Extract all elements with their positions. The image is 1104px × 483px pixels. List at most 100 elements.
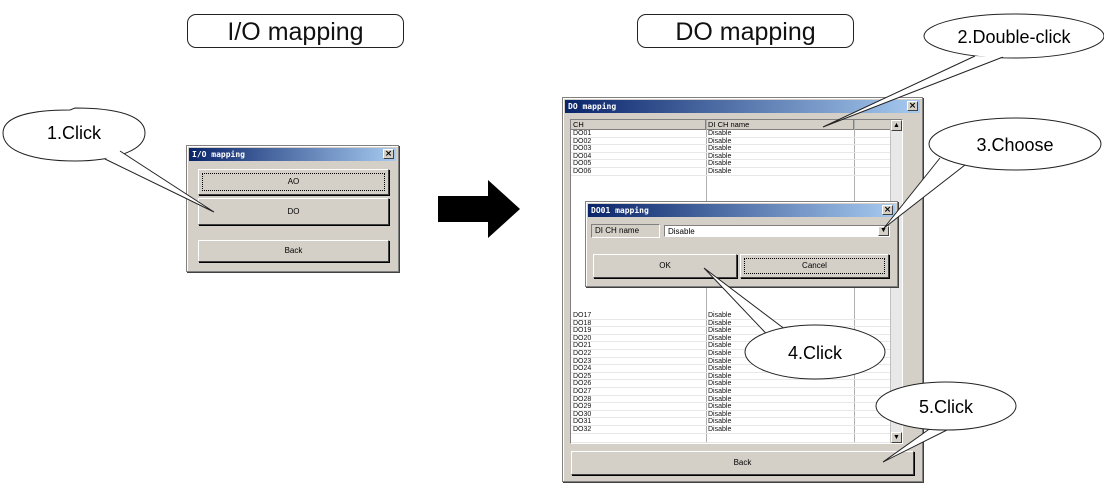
- right-arrow-icon: [438, 180, 520, 238]
- table-row[interactable]: DO22 Disable: [571, 350, 902, 358]
- table-row[interactable]: DO20 Disable: [571, 335, 902, 343]
- cell-name: Disable: [708, 145, 732, 153]
- cell-ch: DO18: [573, 319, 592, 327]
- cell-name: Disable: [708, 312, 732, 319]
- table-row[interactable]: DO05 Disable: [571, 160, 902, 168]
- dialog-titlebar: DO01 mapping ×: [588, 204, 895, 217]
- cell-name: Disable: [708, 388, 732, 395]
- chevron-down-icon[interactable]: ▼: [878, 226, 889, 236]
- do-window-titlebar: DO mapping ×: [565, 100, 920, 113]
- column-header-ch[interactable]: CH: [571, 120, 706, 129]
- cell-name: Disable: [708, 357, 732, 365]
- table-row[interactable]: DO26 Disable: [571, 380, 902, 388]
- table-row[interactable]: DO04 Disable: [571, 153, 902, 161]
- io-mapping-heading: I/O mapping: [187, 14, 404, 48]
- table-row[interactable]: DO27 Disable: [571, 388, 902, 396]
- di-ch-name-select[interactable]: Disable ▼: [664, 225, 890, 237]
- table-row[interactable]: DO29 Disable: [571, 403, 902, 411]
- cell-ch: DO21: [573, 342, 592, 350]
- grid-header: CH DI CH name: [571, 120, 902, 130]
- cell-name: Disable: [708, 403, 732, 411]
- callout-3-text: 3.Choose: [976, 135, 1053, 155]
- do-mapping-heading: DO mapping: [637, 14, 854, 48]
- cell-ch: DO28: [573, 395, 592, 403]
- table-row-partial: [571, 434, 902, 443]
- cell-ch: DO02: [573, 137, 592, 145]
- do-button[interactable]: DO: [198, 198, 389, 225]
- do-mapping-window: DO mapping × CH DI CH name DO01 Disable D…: [562, 97, 923, 482]
- table-row[interactable]: DO25 Disable: [571, 373, 902, 381]
- table-row[interactable]: DO32 Disable: [571, 426, 902, 434]
- di-ch-name-label: DI CH name: [591, 224, 660, 238]
- cell-name: Disable: [708, 342, 732, 350]
- callout-5-text: 5.Click: [919, 397, 974, 417]
- cell-name: Disable: [708, 327, 732, 335]
- close-icon[interactable]: ×: [383, 149, 394, 159]
- callout-2-text: 2.Double-click: [957, 27, 1071, 47]
- table-row[interactable]: DO17 Disable: [571, 312, 902, 320]
- cell-ch: DO20: [573, 334, 592, 342]
- cell-name: Disable: [708, 168, 732, 175]
- back-button[interactable]: Back: [198, 240, 389, 262]
- cell-ch: DO29: [573, 403, 592, 411]
- cell-name: Disable: [708, 319, 732, 327]
- table-row[interactable]: DO21 Disable: [571, 342, 902, 350]
- cell-ch: DO26: [573, 380, 592, 388]
- cell-name: Disable: [708, 137, 732, 145]
- cell-ch: DO25: [573, 372, 592, 380]
- io-window-titlebar: I/O mapping ×: [189, 148, 396, 161]
- table-row[interactable]: DO02 Disable: [571, 138, 902, 146]
- table-row[interactable]: DO18 Disable: [571, 320, 902, 328]
- cell-ch: DO23: [573, 357, 592, 365]
- cell-name: Disable: [708, 410, 732, 418]
- cell-name: Disable: [708, 152, 732, 160]
- cell-name: Disable: [708, 365, 732, 373]
- scroll-up-icon[interactable]: ▲: [891, 120, 902, 131]
- close-icon[interactable]: ×: [907, 101, 918, 111]
- close-icon[interactable]: ×: [882, 205, 893, 215]
- callout-layer: 1.Click 2.Double-click 3.Choose 4.Click …: [2, 13, 1104, 463]
- cell-ch: DO03: [573, 145, 592, 153]
- table-row[interactable]: DO24 Disable: [571, 365, 902, 373]
- cell-name: Disable: [708, 334, 732, 342]
- cell-name: Disable: [708, 426, 732, 433]
- cancel-button[interactable]: Cancel: [740, 254, 889, 278]
- cell-ch: DO30: [573, 410, 592, 418]
- scroll-down-icon[interactable]: ▼: [891, 432, 902, 443]
- do01-mapping-dialog: DO01 mapping × DI CH name Disable ▼ OK C…: [585, 201, 898, 287]
- table-row[interactable]: DO06 Disable: [571, 168, 902, 176]
- cell-ch: DO01: [573, 130, 592, 137]
- cell-name: Disable: [708, 395, 732, 403]
- io-window-title: I/O mapping: [192, 150, 245, 159]
- ok-button-label: OK: [659, 261, 671, 270]
- do-window-title: DO mapping: [568, 102, 617, 111]
- do-button-label: DO: [287, 207, 300, 216]
- do-back-button-label: Back: [733, 458, 752, 467]
- table-row[interactable]: DO31 Disable: [571, 418, 902, 426]
- do-back-button[interactable]: Back: [571, 451, 914, 475]
- cell-ch: DO06: [573, 168, 592, 175]
- table-row[interactable]: DO30 Disable: [571, 411, 902, 419]
- table-row[interactable]: DO03 Disable: [571, 145, 902, 153]
- table-row[interactable]: DO01 Disable: [571, 130, 902, 138]
- cell-name: Disable: [708, 130, 732, 137]
- column-header-di-ch-name[interactable]: DI CH name: [706, 120, 854, 129]
- cell-ch: DO24: [573, 365, 592, 373]
- dialog-title: DO01 mapping: [591, 206, 649, 215]
- cell-name: Disable: [708, 418, 732, 426]
- cell-name: Disable: [708, 380, 732, 388]
- table-row[interactable]: DO19 Disable: [571, 327, 902, 335]
- cell-ch: DO32: [573, 426, 592, 433]
- ao-button[interactable]: AO: [198, 169, 389, 195]
- column-header-extra: [854, 120, 891, 129]
- cell-ch: DO05: [573, 160, 592, 168]
- cell-ch: DO27: [573, 388, 592, 395]
- table-row[interactable]: DO23 Disable: [571, 358, 902, 366]
- back-button-label: Back: [284, 246, 303, 255]
- cell-ch: DO19: [573, 327, 592, 335]
- callout-1-text: 1.Click: [47, 123, 102, 143]
- di-ch-name-value: Disable: [668, 227, 695, 236]
- cell-ch: DO22: [573, 350, 592, 357]
- table-row[interactable]: DO28 Disable: [571, 396, 902, 404]
- ok-button[interactable]: OK: [593, 254, 737, 278]
